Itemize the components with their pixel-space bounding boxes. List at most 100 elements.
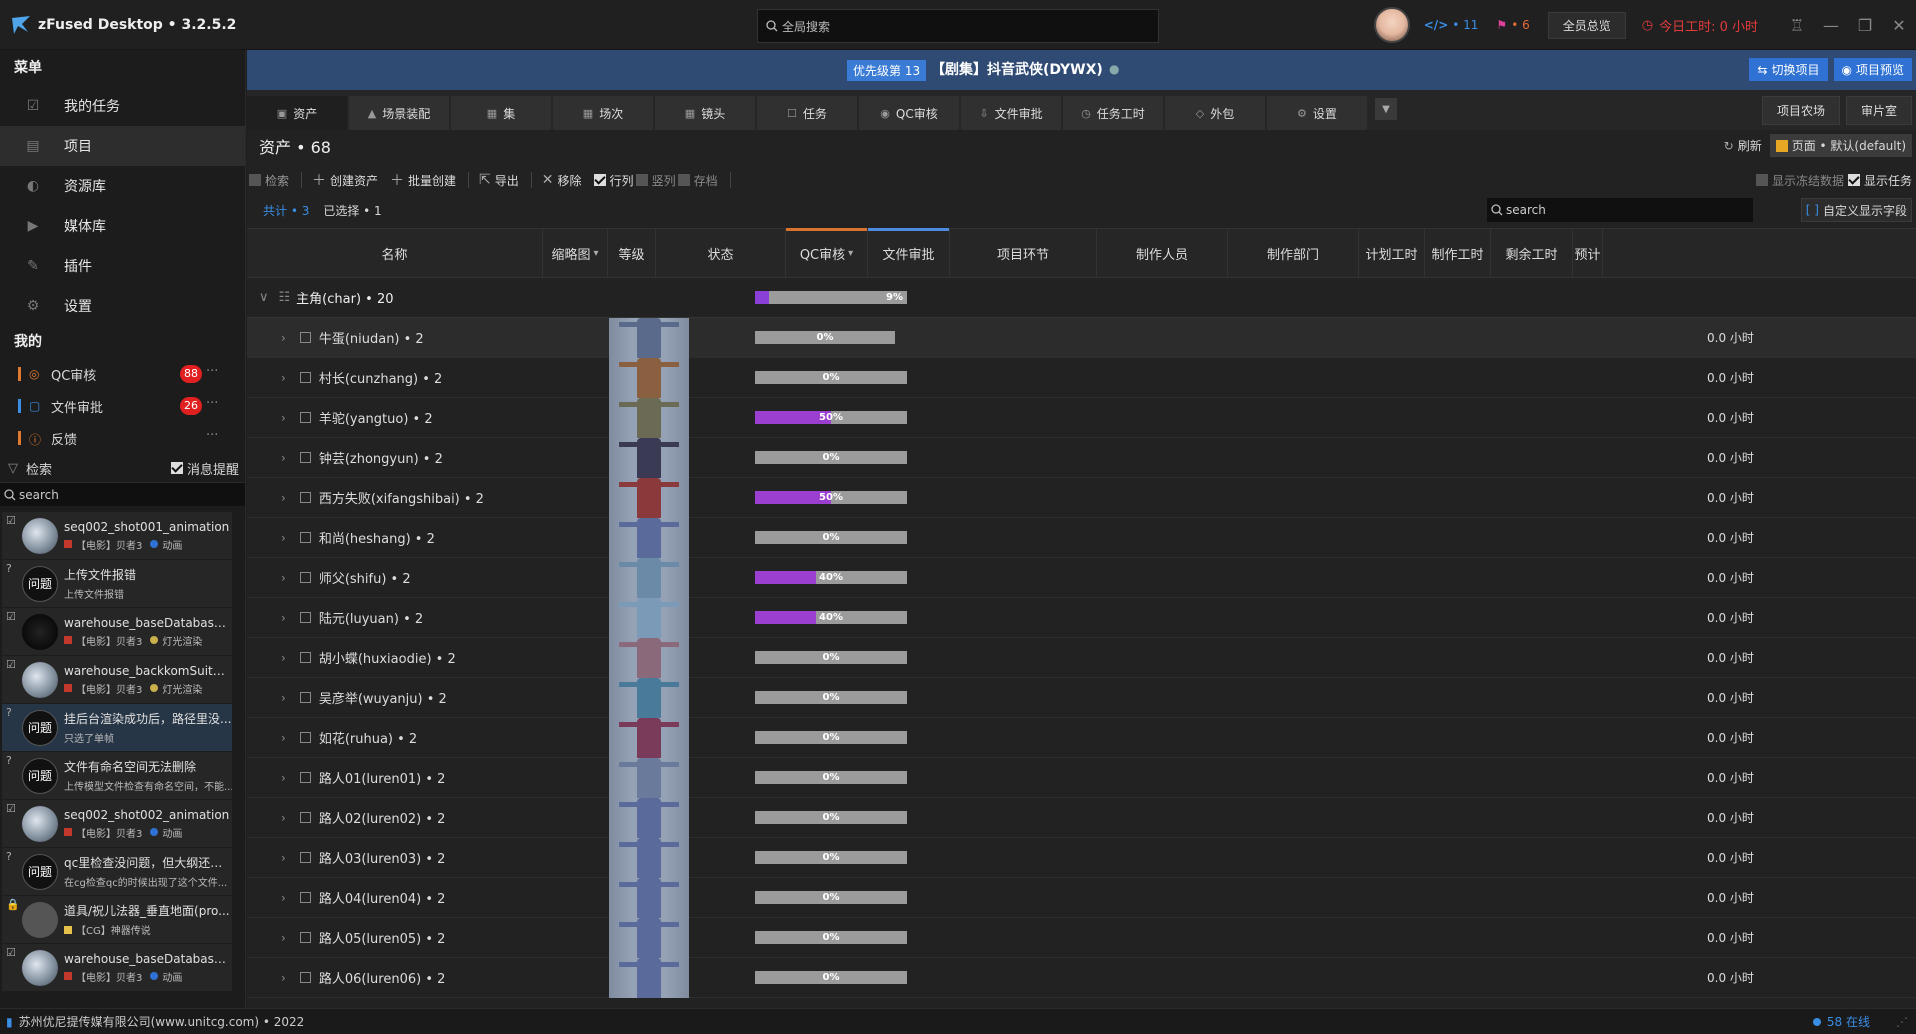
row-toggle[interactable]: 行列 (593, 172, 634, 189)
column-header[interactable]: 计划工时 (1359, 229, 1425, 277)
skin-icon[interactable]: ♖ (1780, 0, 1814, 50)
table-row[interactable]: › 路人03(luren03) • 2 0% 0.0 小时 (247, 838, 1916, 878)
sort-arrow-icon[interactable]: ▾ (848, 248, 853, 259)
message-item[interactable]: ☑ warehouse_backkomSuitMuc 【电影】贝者3 灯光渲染 (2, 656, 232, 704)
message-item[interactable]: ? 问题 上传文件报错 上传文件报错 (2, 560, 232, 608)
column-header[interactable]: 项目环节 (950, 229, 1097, 277)
chevron-right-icon[interactable]: › (281, 451, 286, 465)
table-row[interactable]: › 胡小蝶(huxiaodie) • 2 0% 0.0 小时 (247, 638, 1916, 678)
table-row[interactable]: › 羊驼(yangtuo) • 2 50% 0.0 小时 (247, 398, 1916, 438)
column-header[interactable]: 名称 (247, 229, 543, 277)
table-row[interactable]: › 路人05(luren05) • 2 0% 0.0 小时 (247, 918, 1916, 958)
close-button[interactable]: ✕ (1882, 0, 1916, 50)
table-row[interactable]: › 路人02(luren02) • 2 0% 0.0 小时 (247, 798, 1916, 838)
chevron-right-icon[interactable]: › (281, 611, 286, 625)
tab[interactable]: ⇩ 文件审批 (961, 96, 1061, 130)
notify-checkbox[interactable] (170, 462, 183, 474)
custom-field-button[interactable]: [ ] 自定义显示字段 (1800, 198, 1912, 222)
column-header[interactable]: 制作部门 (1228, 229, 1359, 277)
table-row[interactable]: › 吴彦举(wuyanju) • 2 0% 0.0 小时 (247, 678, 1916, 718)
sidebar-item[interactable]: ⚙ 设置 (0, 286, 245, 326)
tab[interactable]: ◇ 外包 (1165, 96, 1265, 130)
message-item[interactable]: ☑ seq002_shot001_animation 【电影】贝者3 动画 (2, 512, 232, 560)
column-header[interactable]: 预计 (1573, 229, 1603, 277)
message-item[interactable]: ☑ warehouse_baseDatabase_ac 【电影】贝者3 动画 (2, 944, 232, 992)
column-header[interactable]: 等级 (608, 229, 656, 277)
overview-button[interactable]: 全员总览 (1547, 11, 1626, 39)
sidebar-item[interactable]: ▶ 媒体库 (0, 206, 245, 246)
tab[interactable]: ◉ QC审核 (859, 96, 959, 130)
column-header[interactable]: 剩余工时 (1491, 229, 1573, 277)
table-row[interactable]: › 路人01(luren01) • 2 0% 0.0 小时 (247, 758, 1916, 798)
table-row[interactable]: › 路人06(luren06) • 2 0% 0.0 小时 (247, 958, 1916, 998)
chevron-down-icon[interactable]: ▼ (1375, 98, 1397, 120)
message-item[interactable]: ☑ seq002_shot002_animation 【电影】贝者3 动画 (2, 800, 232, 848)
col-checkbox[interactable] (635, 174, 648, 186)
tab[interactable]: ▦ 场次 (553, 96, 653, 130)
chevron-right-icon[interactable]: › (281, 971, 286, 985)
batch-create-button[interactable]: ＋批量创建 (390, 170, 456, 190)
column-header[interactable]: 制作人员 (1097, 229, 1228, 277)
chevron-right-icon[interactable]: › (281, 931, 286, 945)
show-frozen-toggle[interactable]: 显示冻结数据 (1755, 172, 1844, 189)
chevron-right-icon[interactable]: › (281, 851, 286, 865)
more-icon[interactable]: ··· (206, 428, 218, 443)
table-row[interactable]: › 如花(ruhua) • 2 0% 0.0 小时 (247, 718, 1916, 758)
show-frozen-checkbox[interactable] (1755, 174, 1768, 186)
chevron-right-icon[interactable]: › (281, 571, 286, 585)
notify-toggle[interactable]: 消息提醒 (170, 459, 239, 478)
message-item[interactable]: 🔒 道具/祝儿法器_垂直地面(pro... 【CG】神器传说 (2, 896, 232, 944)
store-toggle[interactable]: 存档 (677, 172, 718, 189)
chevron-right-icon[interactable]: › (281, 731, 286, 745)
global-search-input[interactable]: 全局搜索 (757, 9, 1159, 43)
review-room-button[interactable]: 审片室 (1845, 96, 1912, 125)
export-button[interactable]: ⇱ 导出 (479, 172, 519, 189)
worktime-indicator[interactable]: ◷ 今日工时: 0 小时 (1642, 16, 1758, 35)
tab[interactable]: ▲ 场景装配 (349, 96, 449, 130)
show-task-toggle[interactable]: 显示任务 (1847, 172, 1912, 189)
project-preview-button[interactable]: ◉ 项目预览 (1833, 58, 1912, 81)
create-asset-button[interactable]: ＋创建资产 (312, 170, 378, 190)
table-row[interactable]: › 西方失败(xifangshibai) • 2 50% 0.0 小时 (247, 478, 1916, 518)
column-header[interactable]: 状态 (656, 229, 786, 277)
filter-label[interactable]: 检索 (26, 459, 52, 478)
chevron-right-icon[interactable]: › (281, 651, 286, 665)
refresh-icon[interactable]: ↻ (1724, 139, 1734, 153)
tab[interactable]: ◷ 任务工时 (1063, 96, 1163, 130)
column-header[interactable]: 文件审批 (868, 228, 950, 277)
mine-item[interactable]: ⓘ 反馈 ··· (0, 422, 245, 454)
table-row[interactable]: › 和尚(heshang) • 2 0% 0.0 小时 (247, 518, 1916, 558)
maximize-button[interactable]: ❐ (1848, 0, 1882, 50)
switch-project-button[interactable]: ⇆ 切换项目 (1749, 58, 1828, 81)
code-count[interactable]: </> • 11 (1424, 18, 1479, 32)
mine-item[interactable]: ▢ 文件审批 26 ··· (0, 390, 245, 422)
filter-icon[interactable]: ▽ (8, 461, 18, 476)
user-avatar[interactable] (1373, 7, 1410, 43)
chevron-right-icon[interactable]: › (281, 331, 286, 345)
sort-arrow-icon[interactable]: ▾ (593, 248, 598, 259)
tab[interactable]: ⚙ 设置 (1267, 96, 1367, 130)
page-selector[interactable]: 页面 • 默认(default) (1769, 134, 1912, 157)
message-item[interactable]: ? 问题 挂后台渲染成功后，路径里没... 只选了单帧 (2, 704, 232, 752)
search-checkbox[interactable] (249, 174, 261, 186)
table-row[interactable]: › 牛蛋(niudan) • 2 0% 0.0 小时 (247, 318, 1916, 358)
column-header[interactable]: 制作工时 (1425, 229, 1491, 277)
project-farm-button[interactable]: 项目农场 (1761, 96, 1840, 125)
store-checkbox[interactable] (677, 174, 690, 186)
message-item[interactable]: ? 问题 qc里检查没问题，但大纲还是... 在cg检查qc的时候出现了这个文件... (2, 848, 232, 896)
tab[interactable]: ▦ 集 (451, 96, 551, 130)
chevron-down-icon[interactable]: ∨ (259, 290, 269, 305)
message-item[interactable]: ☑ warehouse_baseDatabase_ac 【电影】贝者3 灯光渲染 (2, 608, 232, 656)
table-row[interactable]: › 师父(shifu) • 2 40% 0.0 小时 (247, 558, 1916, 598)
online-indicator[interactable]: 58 在线 (1812, 1013, 1870, 1030)
task-count[interactable]: ⚑ • 6 (1496, 18, 1529, 32)
tab[interactable]: ☐ 任务 (757, 96, 857, 130)
table-row[interactable]: › 陆元(luyuan) • 2 40% 0.0 小时 (247, 598, 1916, 638)
search-toggle[interactable]: 检索 (249, 172, 289, 189)
chevron-right-icon[interactable]: › (281, 891, 286, 905)
more-icon[interactable]: ··· (206, 364, 218, 379)
sidebar-item[interactable]: ☑ 我的任务 (0, 86, 245, 126)
refresh-button[interactable]: 刷新 (1738, 137, 1762, 154)
chevron-right-icon[interactable]: › (281, 531, 286, 545)
remove-button[interactable]: ✕ 移除 (542, 172, 582, 189)
